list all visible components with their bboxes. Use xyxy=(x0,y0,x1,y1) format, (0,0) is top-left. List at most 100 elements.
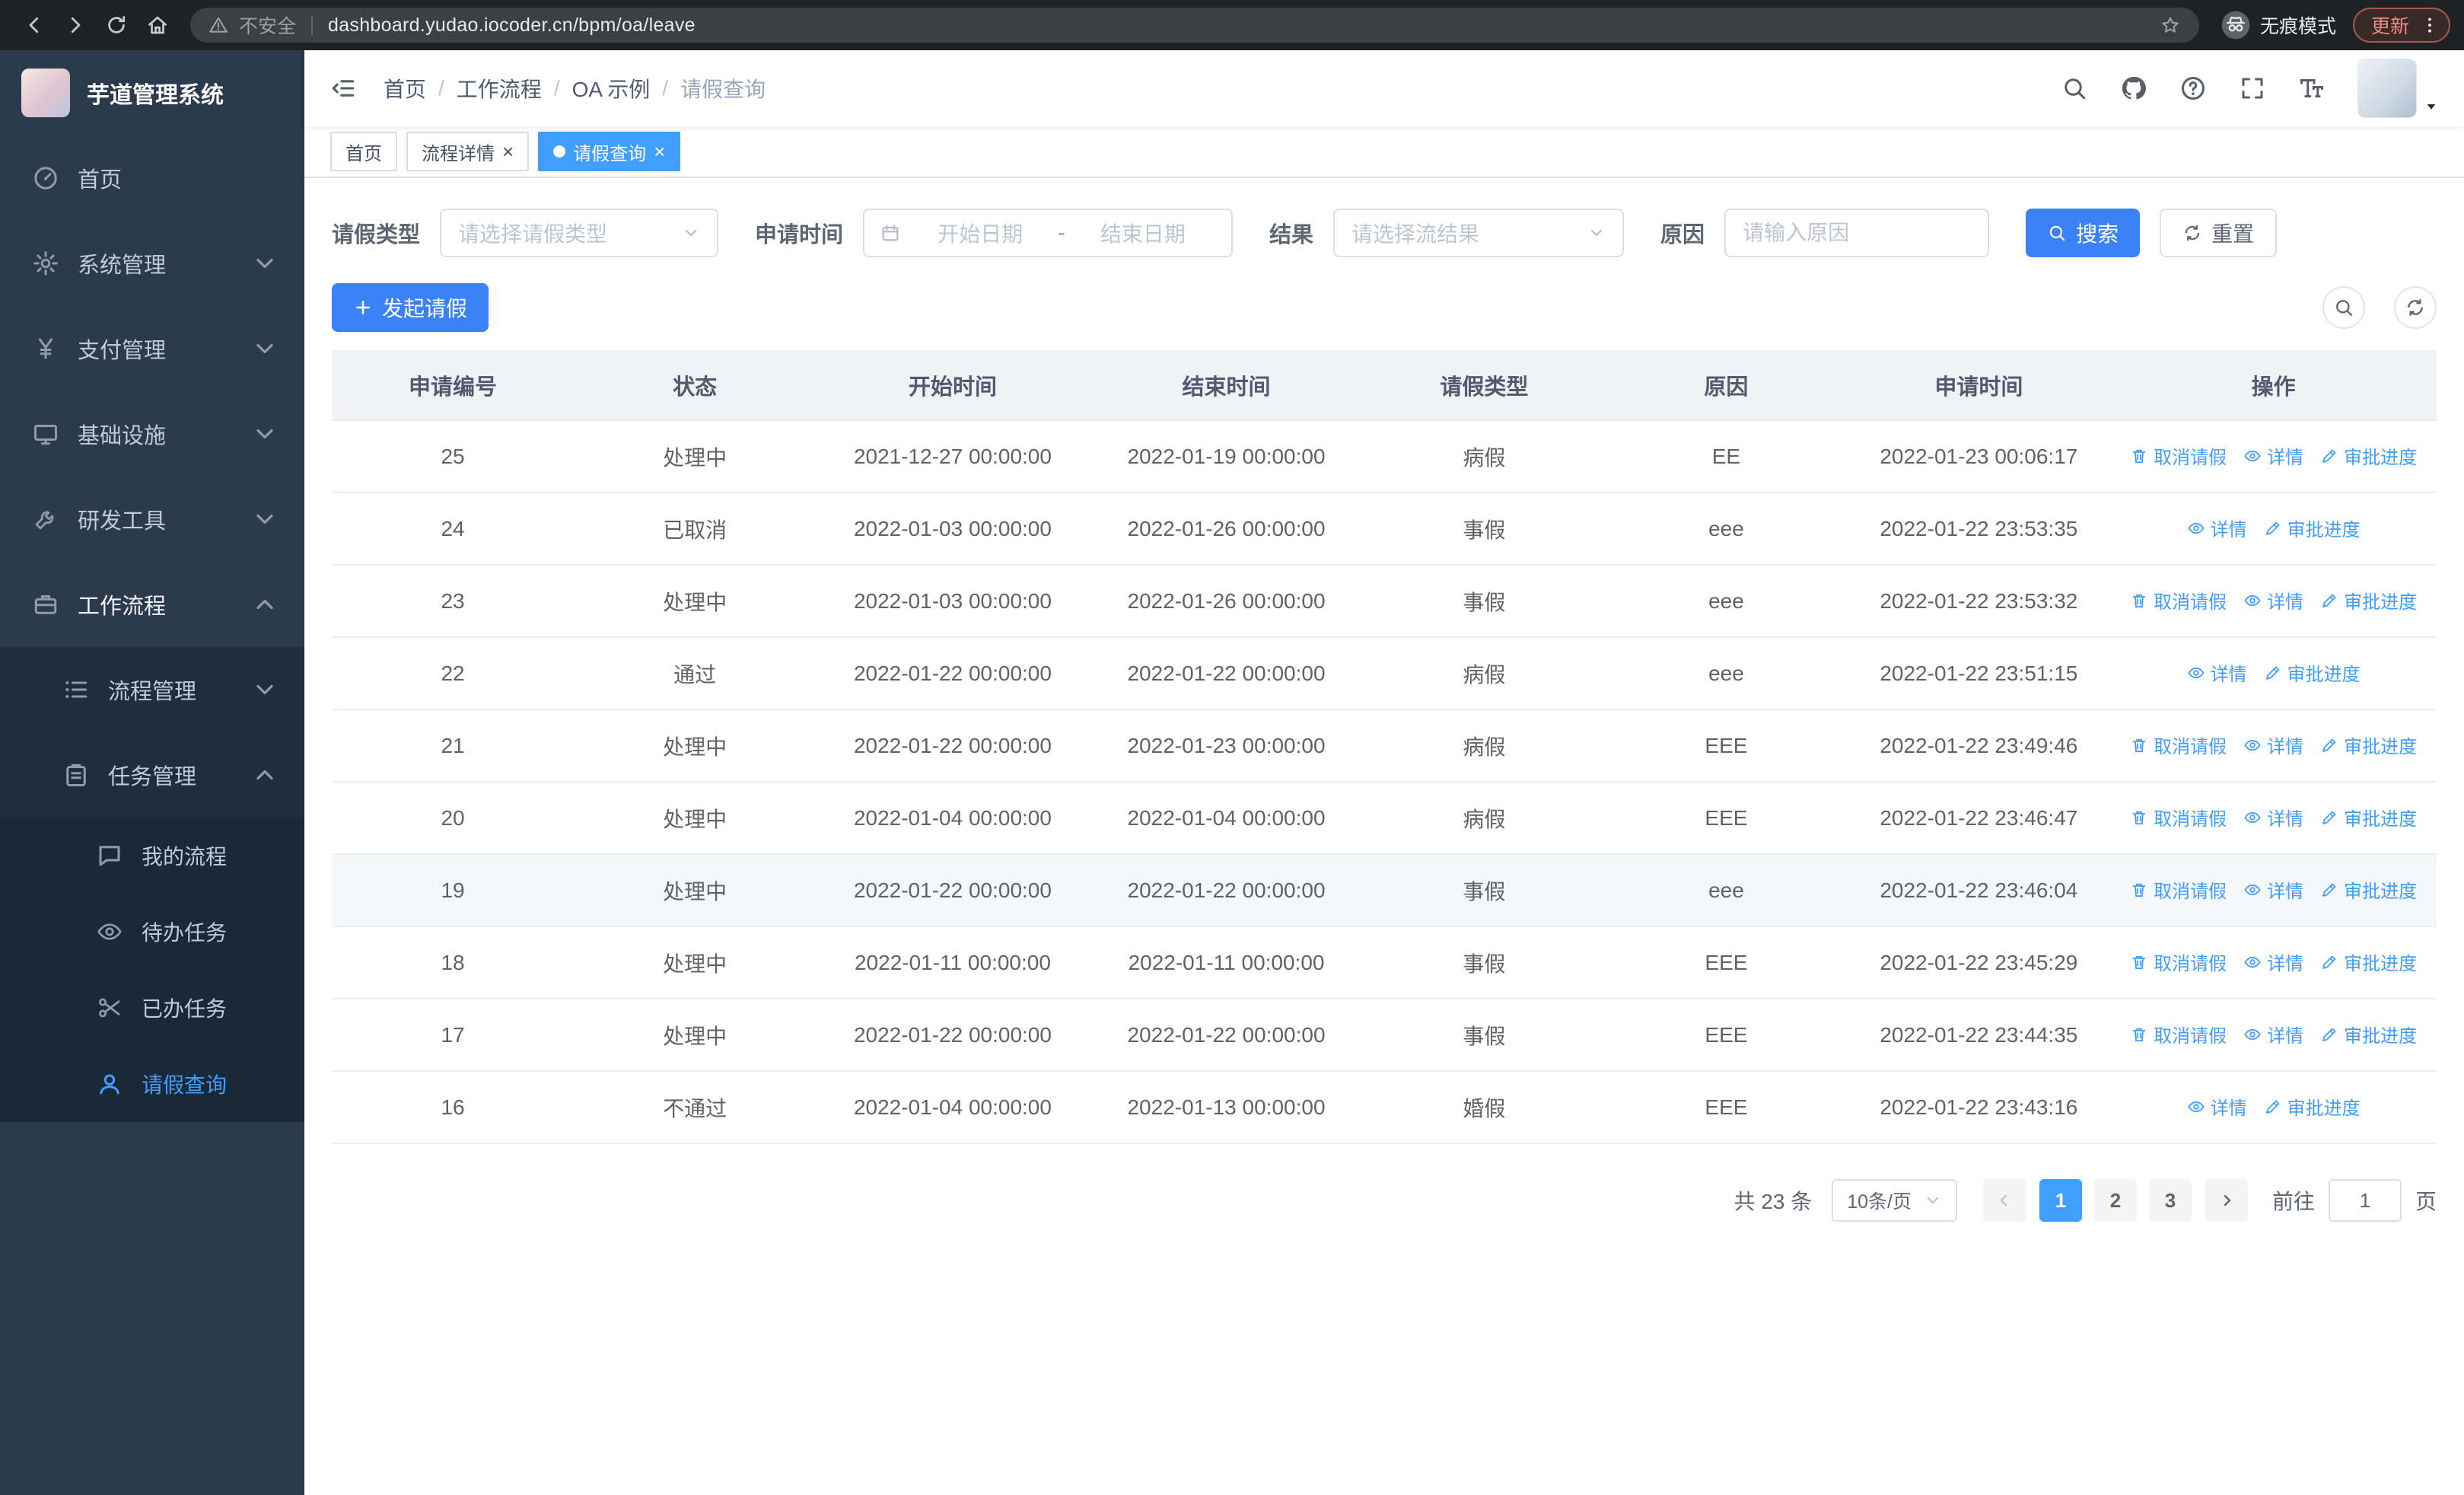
trash-icon xyxy=(2130,447,2148,465)
op-detail-link[interactable]: 详情 xyxy=(2187,515,2247,541)
op-progress-link[interactable]: 审批进度 xyxy=(2320,876,2417,903)
sidebar-item-leave-query[interactable]: 请假查询 xyxy=(0,1046,304,1122)
sidebar-toggle-icon[interactable] xyxy=(330,75,356,101)
cell-type: 事假 xyxy=(1363,854,1606,927)
op-detail-link[interactable]: 详情 xyxy=(2243,1021,2303,1047)
op-cancel-link[interactable]: 取消请假 xyxy=(2130,1021,2227,1047)
total-count: 共 23 条 xyxy=(1733,1190,1813,1213)
eye-icon xyxy=(96,918,123,945)
sidebar-item-infrastructure[interactable]: 基础设施 xyxy=(0,391,304,477)
op-detail-link[interactable]: 详情 xyxy=(2243,876,2303,903)
op-progress-link[interactable]: 审批进度 xyxy=(2320,442,2417,469)
breadcrumb-item[interactable]: 工作流程 xyxy=(457,73,542,104)
result-label: 结果 xyxy=(1269,223,1314,247)
op-cancel-link[interactable]: 取消请假 xyxy=(2130,876,2227,903)
pen-icon xyxy=(2264,664,2282,682)
create-leave-button[interactable]: 发起请假 xyxy=(332,283,489,332)
font-size-icon[interactable] xyxy=(2298,75,2326,102)
cell-type: 事假 xyxy=(1363,565,1606,638)
bookmark-star-icon[interactable] xyxy=(2160,14,2181,36)
op-progress-link[interactable]: 审批进度 xyxy=(2320,1021,2417,1047)
table-row: 18 处理中 2022-01-11 00:00:00 2022-01-11 00:00… xyxy=(332,926,2437,999)
next-page-button[interactable] xyxy=(2205,1179,2248,1222)
op-label: 审批进度 xyxy=(2344,1026,2418,1047)
breadcrumb-item[interactable]: OA 示例 xyxy=(572,73,651,104)
tab-close-icon[interactable]: × xyxy=(654,142,665,161)
cell-operations: 取消请假 详情 审批进度 xyxy=(2110,709,2437,783)
op-cancel-link[interactable]: 取消请假 xyxy=(2130,948,2227,975)
op-label: 取消请假 xyxy=(2154,448,2227,469)
sidebar-item-dev-tools[interactable]: 研发工具 xyxy=(0,477,304,562)
page-button-2[interactable]: 2 xyxy=(2093,1179,2137,1222)
op-cancel-link[interactable]: 取消请假 xyxy=(2130,732,2227,758)
prev-page-button[interactable] xyxy=(1982,1179,2026,1222)
op-progress-link[interactable]: 审批进度 xyxy=(2320,804,2417,830)
help-icon[interactable] xyxy=(2179,75,2207,102)
fullscreen-icon[interactable] xyxy=(2239,75,2266,102)
address-bar[interactable]: 不安全 dashboard.yudao.iocoder.cn/bpm/oa/le… xyxy=(190,8,2199,43)
op-label: 审批进度 xyxy=(2344,737,2418,758)
apply-time-range-picker[interactable]: 开始日期 - 结束日期 xyxy=(863,209,1234,257)
page-button-1[interactable]: 1 xyxy=(2039,1179,2082,1222)
browser-forward-button[interactable] xyxy=(55,5,96,46)
result-select[interactable]: 请选择流结果 xyxy=(1333,209,1625,257)
leave-type-select[interactable]: 请选择请假类型 xyxy=(440,209,719,257)
url-text[interactable]: dashboard.yudao.iocoder.cn/bpm/oa/leave xyxy=(328,14,696,37)
tab-item[interactable]: 流程详情 × xyxy=(406,132,530,171)
op-detail-link[interactable]: 详情 xyxy=(2187,659,2247,686)
goto-page-input[interactable] xyxy=(2328,1179,2402,1222)
op-detail-link[interactable]: 详情 xyxy=(2187,1093,2247,1120)
header-search-icon[interactable] xyxy=(2061,75,2088,102)
op-detail-link[interactable]: 详情 xyxy=(2243,587,2303,614)
sidebar-item-process-management[interactable]: 流程管理 xyxy=(0,647,304,732)
reason-input[interactable] xyxy=(1724,209,1990,257)
cell-status: 已取消 xyxy=(574,492,817,566)
op-cancel-link[interactable]: 取消请假 xyxy=(2130,587,2227,614)
security-label[interactable]: 不安全 xyxy=(239,11,296,39)
kebab-menu-icon[interactable] xyxy=(2420,15,2440,35)
tab-close-icon[interactable]: × xyxy=(502,142,514,161)
sidebar-item-payment-management[interactable]: 支付管理 xyxy=(0,306,304,391)
search-button[interactable]: 搜索 xyxy=(2026,209,2141,257)
eye-icon xyxy=(2187,664,2205,682)
op-cancel-link[interactable]: 取消请假 xyxy=(2130,804,2227,830)
sidebar-item-done-tasks[interactable]: 已办任务 xyxy=(0,970,304,1046)
op-detail-link[interactable]: 详情 xyxy=(2243,948,2303,975)
cell-apply-time: 2022-01-22 23:43:16 xyxy=(1847,1071,2111,1144)
browser-back-button[interactable] xyxy=(14,5,55,46)
app-logo-row[interactable]: 芋道管理系统 xyxy=(0,50,304,135)
page-button-3[interactable]: 3 xyxy=(2148,1179,2192,1222)
sidebar-item-home[interactable]: 首页 xyxy=(0,135,304,221)
browser-update-chip[interactable]: 更新 xyxy=(2352,8,2450,43)
update-label: 更新 xyxy=(2370,16,2409,37)
tab-item[interactable]: 首页 xyxy=(330,132,397,171)
op-progress-link[interactable]: 审批进度 xyxy=(2320,587,2417,614)
op-detail-link[interactable]: 详情 xyxy=(2243,732,2303,758)
op-progress-link[interactable]: 审批进度 xyxy=(2264,1093,2361,1120)
op-progress-link[interactable]: 审批进度 xyxy=(2264,659,2361,686)
op-progress-link[interactable]: 审批进度 xyxy=(2264,515,2361,541)
toggle-search-button[interactable] xyxy=(2322,286,2365,329)
op-progress-link[interactable]: 审批进度 xyxy=(2320,948,2417,975)
sidebar-item-workflow[interactable]: 工作流程 xyxy=(0,562,304,647)
sidebar-item-label: 研发工具 xyxy=(78,509,167,534)
cell-id: 18 xyxy=(332,926,575,999)
github-icon[interactable] xyxy=(2120,75,2147,102)
tab-item[interactable]: 请假查询 × xyxy=(538,132,681,171)
op-cancel-link[interactable]: 取消请假 xyxy=(2130,442,2227,469)
op-progress-link[interactable]: 审批进度 xyxy=(2320,732,2417,758)
table-row: 22 通过 2022-01-22 00:00:00 2022-01-22 00:00:… xyxy=(332,637,2437,710)
refresh-table-button[interactable] xyxy=(2394,286,2437,329)
user-menu[interactable] xyxy=(2357,59,2438,118)
page-size-select[interactable]: 10条/页 xyxy=(1832,1179,1957,1222)
sidebar-item-task-management[interactable]: 任务管理 xyxy=(0,732,304,818)
sidebar-item-todo-tasks[interactable]: 待办任务 xyxy=(0,894,304,970)
reset-button[interactable]: 重置 xyxy=(2160,209,2278,257)
sidebar-item-my-processes[interactable]: 我的流程 xyxy=(0,818,304,894)
browser-reload-button[interactable] xyxy=(96,5,137,46)
op-detail-link[interactable]: 详情 xyxy=(2243,804,2303,830)
breadcrumb-item[interactable]: 首页 xyxy=(384,73,426,104)
op-detail-link[interactable]: 详情 xyxy=(2243,442,2303,469)
sidebar-item-system-management[interactable]: 系统管理 xyxy=(0,221,304,306)
browser-home-button[interactable] xyxy=(137,5,178,46)
